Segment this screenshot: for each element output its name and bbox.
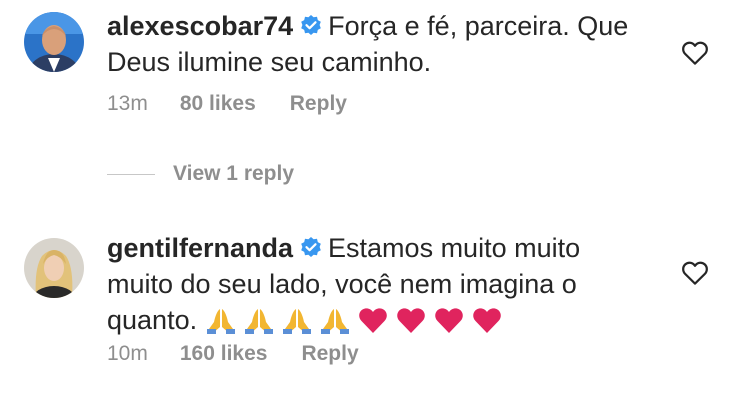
likes-count[interactable]: 160 likes	[180, 342, 268, 366]
avatar[interactable]	[24, 12, 84, 72]
comment-alexescobar74: alexescobar74 Força e fé, parceira. Que D…	[0, 0, 750, 130]
reply-button[interactable]: Reply	[290, 92, 347, 116]
praying-hands-emoji	[320, 309, 349, 334]
praying-hands-emoji	[206, 309, 235, 334]
comment-text-line2: Deus ilumine seu caminho.	[107, 47, 432, 77]
view-replies-button[interactable]: View 1 reply	[107, 162, 294, 186]
comment-text-line1: Força e fé, parceira. Que	[328, 11, 629, 41]
comment-text: gentilfernanda Estamos muito muito muito …	[107, 230, 667, 338]
red-heart-emoji	[472, 308, 501, 333]
view-replies-label: View 1 reply	[173, 162, 295, 185]
avatar[interactable]	[24, 238, 84, 298]
comment-gentilfernanda: gentilfernanda Estamos muito muito muito …	[0, 220, 750, 401]
red-heart-emoji	[396, 308, 425, 333]
comment-text: alexescobar74 Força e fé, parceira. Que D…	[107, 8, 667, 80]
praying-hands-emoji	[244, 309, 273, 334]
comment-meta: 13m 80 likes Reply	[107, 92, 347, 116]
divider-line	[107, 173, 155, 175]
emoji-row	[205, 305, 509, 335]
username[interactable]: alexescobar74	[107, 11, 293, 41]
like-heart-icon[interactable]	[680, 38, 710, 68]
timestamp: 10m	[107, 342, 148, 365]
like-heart-icon[interactable]	[680, 258, 710, 288]
comment-text-line3: quanto.	[107, 305, 198, 335]
likes-count[interactable]: 80 likes	[180, 92, 256, 116]
comment-text-line2: muito do seu lado, você nem imagina o	[107, 269, 577, 299]
username[interactable]: gentilfernanda	[107, 233, 293, 263]
verified-badge-icon	[301, 15, 321, 35]
verified-badge-icon	[301, 237, 321, 257]
timestamp: 13m	[107, 92, 148, 115]
comment-meta: 10m 160 likes Reply	[107, 342, 359, 366]
praying-hands-emoji	[282, 309, 311, 334]
reply-button[interactable]: Reply	[301, 342, 358, 366]
comment-text-line1: Estamos muito muito	[328, 233, 581, 263]
red-heart-emoji	[434, 308, 463, 333]
red-heart-emoji	[358, 308, 387, 333]
